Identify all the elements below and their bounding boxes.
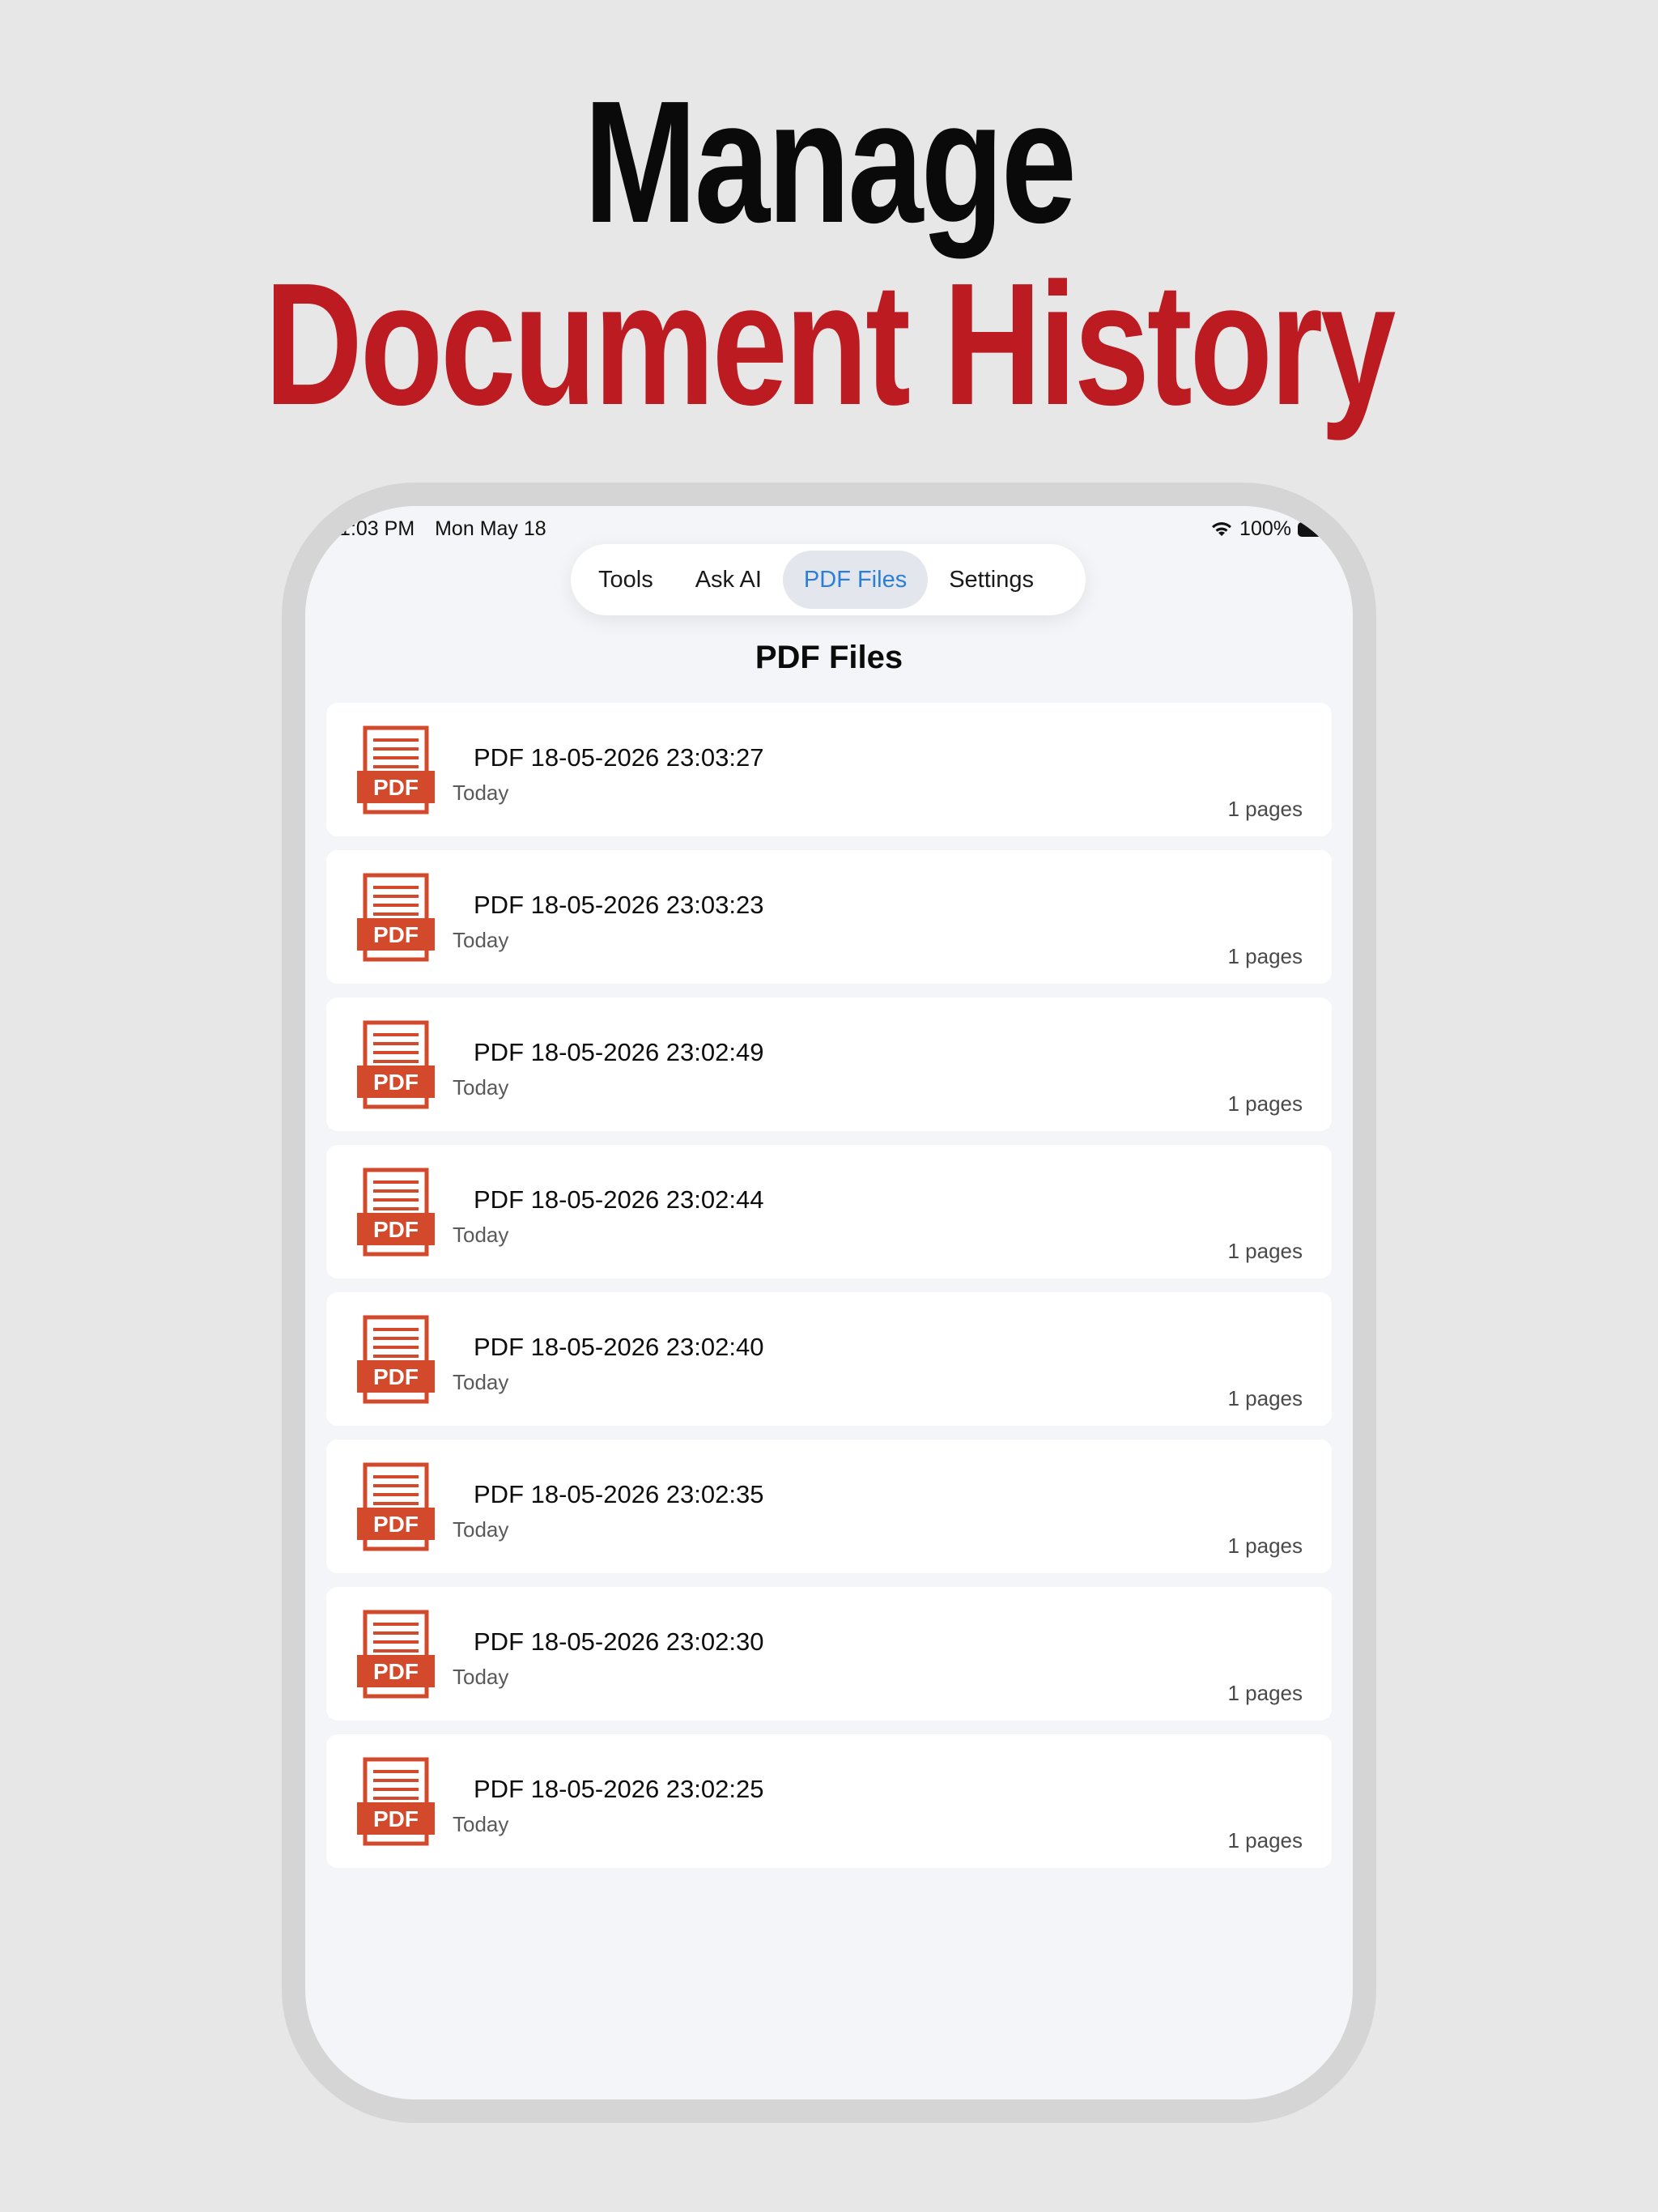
pdf-file-icon: PDF	[357, 1168, 435, 1257]
pdf-icon-label: PDF	[373, 922, 419, 947]
file-name: PDF 18-05-2026 23:02:35	[474, 1480, 764, 1508]
file-page-count: 1 pages	[1227, 1239, 1303, 1263]
file-page-count: 1 pages	[1227, 1534, 1303, 1558]
tab-settings[interactable]: Settings	[928, 551, 1055, 609]
file-page-count: 1 pages	[1227, 797, 1303, 821]
pdf-icon-label: PDF	[373, 1070, 419, 1095]
file-name: PDF 18-05-2026 23:02:49	[474, 1038, 764, 1066]
pdf-file-list: PDF PDF 18-05-2026 23:03:27 Today 1 pages …	[326, 703, 1332, 1882]
pdf-file-row[interactable]: PDF PDF 18-05-2026 23:03:23 Today 1 pages	[326, 850, 1332, 984]
pdf-file-icon: PDF	[357, 725, 435, 815]
pdf-icon-label: PDF	[373, 1217, 419, 1242]
file-page-count: 1 pages	[1227, 944, 1303, 968]
file-name: PDF 18-05-2026 23:02:30	[474, 1627, 764, 1656]
pdf-file-row[interactable]: PDF PDF 18-05-2026 23:02:49 Today 1 pages	[326, 998, 1332, 1131]
file-date: Today	[453, 1223, 509, 1247]
tab-bar: Tools Ask AI PDF Files Settings	[571, 544, 1086, 615]
pdf-icon-label: PDF	[373, 1806, 419, 1831]
pdf-icon-label: PDF	[373, 1659, 419, 1684]
file-date: Today	[453, 1517, 509, 1542]
tab-ask-ai[interactable]: Ask AI	[674, 551, 783, 609]
page-title: PDF Files	[755, 640, 903, 675]
file-name: PDF 18-05-2026 23:02:25	[474, 1775, 764, 1803]
status-time: 11:03 PM	[329, 517, 415, 540]
status-date: Mon May 18	[435, 517, 546, 540]
file-name: PDF 18-05-2026 23:02:44	[474, 1185, 764, 1214]
file-page-count: 1 pages	[1227, 1828, 1303, 1853]
file-name: PDF 18-05-2026 23:03:23	[474, 891, 764, 919]
pdf-file-icon: PDF	[357, 1315, 435, 1404]
tab-pdf-files[interactable]: PDF Files	[782, 551, 929, 609]
pdf-icon-label: PDF	[373, 1512, 419, 1537]
pdf-file-icon: PDF	[357, 1462, 435, 1551]
wifi-icon	[1212, 521, 1232, 536]
file-date: Today	[453, 1665, 509, 1689]
battery-percent: 100%	[1239, 517, 1291, 540]
pdf-file-row[interactable]: PDF PDF 18-05-2026 23:02:44 Today 1 pages	[326, 1145, 1332, 1278]
file-page-count: 1 pages	[1227, 1091, 1303, 1116]
headline-manage: Manage	[584, 64, 1077, 259]
pdf-file-icon: PDF	[357, 1610, 435, 1699]
headline-document-history: Document History	[264, 246, 1396, 441]
pdf-file-row[interactable]: PDF PDF 18-05-2026 23:02:30 Today 1 pages	[326, 1587, 1332, 1721]
app-screen: 11:03 PM Mon May 18 100% Tools Ask AI PDF …	[305, 506, 1353, 2099]
file-page-count: 1 pages	[1227, 1681, 1303, 1705]
file-page-count: 1 pages	[1227, 1386, 1303, 1410]
pdf-file-row[interactable]: PDF PDF 18-05-2026 23:02:35 Today 1 pages	[326, 1440, 1332, 1573]
battery-icon	[1298, 521, 1333, 537]
file-date: Today	[453, 1075, 509, 1100]
pdf-icon-label: PDF	[373, 1364, 419, 1389]
file-name: PDF 18-05-2026 23:02:40	[474, 1333, 764, 1361]
pdf-icon-label: PDF	[373, 775, 419, 800]
pdf-file-icon: PDF	[357, 1020, 435, 1109]
pdf-file-icon: PDF	[357, 1757, 435, 1846]
tablet-frame: 11:03 PM Mon May 18 100% Tools Ask AI PDF …	[282, 483, 1376, 2123]
file-date: Today	[453, 928, 509, 952]
pdf-file-row[interactable]: PDF PDF 18-05-2026 23:02:40 Today 1 pages	[326, 1292, 1332, 1426]
file-date: Today	[453, 1812, 509, 1836]
pdf-file-row[interactable]: PDF PDF 18-05-2026 23:03:27 Today 1 pages	[326, 703, 1332, 836]
file-name: PDF 18-05-2026 23:03:27	[474, 743, 764, 772]
file-date: Today	[453, 1370, 509, 1394]
pdf-file-row[interactable]: PDF PDF 18-05-2026 23:02:25 Today 1 pages	[326, 1734, 1332, 1868]
pdf-file-icon: PDF	[357, 873, 435, 962]
file-date: Today	[453, 781, 509, 805]
tab-tools[interactable]: Tools	[577, 551, 674, 609]
